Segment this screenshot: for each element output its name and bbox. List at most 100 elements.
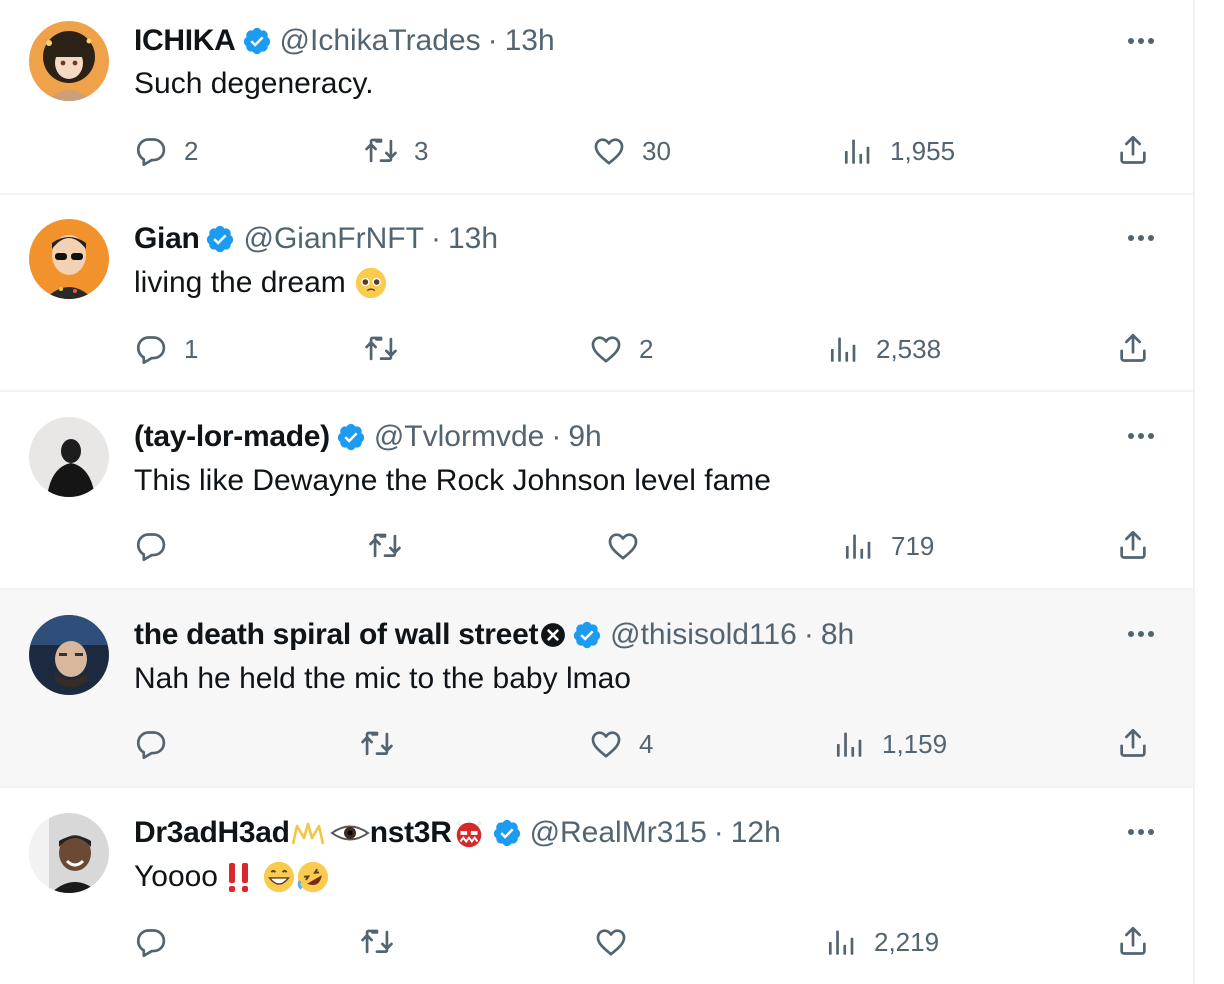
- retweet-button[interactable]: [368, 528, 418, 564]
- verified-badge-icon: [242, 26, 272, 56]
- reply-count: 2: [184, 135, 199, 166]
- tweet-5[interactable]: Dr3adH3ad nst3R @RealMr315 · 12h Yoooo 2…: [0, 788, 1193, 984]
- share-icon[interactable]: [1116, 924, 1150, 958]
- display-name[interactable]: Dr3adH3ad: [134, 816, 290, 850]
- double-exclamation-icon: [229, 863, 248, 892]
- share-icon[interactable]: [1116, 726, 1150, 760]
- retweet-button[interactable]: [360, 726, 410, 762]
- more-options-icon[interactable]: [1123, 228, 1159, 248]
- user-handle[interactable]: @IchikaTrades: [280, 24, 481, 58]
- views-icon: [841, 529, 875, 563]
- view-count: 2,219: [874, 926, 940, 957]
- reply-button[interactable]: [134, 528, 184, 564]
- reply-icon: [134, 529, 168, 563]
- retweet-button[interactable]: 3: [364, 133, 428, 169]
- view-count: 2,538: [876, 333, 942, 364]
- views-icon: [832, 727, 866, 761]
- user-handle[interactable]: @thisisold116: [610, 618, 797, 652]
- reply-button[interactable]: 2: [134, 133, 198, 169]
- views-icon: [826, 332, 860, 366]
- tweet-4[interactable]: the death spiral of wall street @thisiso…: [0, 590, 1193, 786]
- timestamp[interactable]: 12h: [731, 816, 781, 850]
- user-handle[interactable]: @Tvlormvde: [374, 420, 544, 454]
- user-handle[interactable]: @GianFrNFT: [243, 222, 423, 256]
- avatar[interactable]: [29, 21, 109, 101]
- user-handle[interactable]: @RealMr315: [530, 816, 707, 850]
- separator-dot: ·: [803, 618, 814, 651]
- views-button[interactable]: 719: [841, 528, 934, 564]
- timestamp[interactable]: 9h: [568, 420, 601, 454]
- tweet-text: Nah he held the mic to the baby lmao: [134, 661, 631, 697]
- avatar[interactable]: [29, 813, 109, 893]
- more-options-icon[interactable]: [1123, 624, 1159, 644]
- separator-dot: ·: [713, 816, 724, 849]
- more-options-icon[interactable]: [1123, 31, 1159, 51]
- avatar[interactable]: [29, 417, 109, 497]
- retweet-button[interactable]: [360, 924, 410, 960]
- more-options-icon[interactable]: [1123, 822, 1159, 842]
- like-count: 2: [639, 333, 654, 364]
- tweet-text: Yoooo: [134, 859, 330, 895]
- heart-icon: [594, 925, 628, 959]
- tweet-text: Such degeneracy.: [134, 66, 374, 102]
- like-count: 4: [639, 728, 654, 759]
- separator-dot: ·: [430, 222, 441, 255]
- share-icon[interactable]: [1116, 133, 1150, 167]
- like-count: 30: [642, 135, 671, 166]
- pleading-face-icon: [355, 267, 386, 299]
- tweet-text-content: living the dream: [134, 266, 346, 299]
- retweet-button[interactable]: [364, 331, 414, 367]
- like-button[interactable]: 2: [589, 331, 653, 367]
- retweet-icon: [360, 727, 394, 761]
- display-name[interactable]: ICHIKA: [134, 24, 236, 58]
- tweet-header: Gian @GianFrNFT · 13h: [134, 221, 498, 257]
- views-button[interactable]: 2,538: [826, 331, 941, 367]
- tweet-3[interactable]: (tay-lor-made) @Tvlormvde · 9h This like…: [0, 392, 1193, 588]
- timestamp[interactable]: 13h: [505, 24, 555, 58]
- view-count: 719: [891, 530, 935, 561]
- separator-dot: ·: [487, 24, 498, 57]
- tweet-1[interactable]: ICHIKA @IchikaTrades · 13h Such degenera…: [0, 0, 1193, 193]
- tweet-header: (tay-lor-made) @Tvlormvde · 9h: [134, 419, 602, 455]
- display-name[interactable]: the death spiral of wall street: [134, 618, 538, 652]
- views-button[interactable]: 1,955: [840, 133, 955, 169]
- tweet-header: the death spiral of wall street @thisiso…: [134, 617, 854, 653]
- reply-count: 1: [184, 333, 199, 364]
- tweet-2[interactable]: Gian @GianFrNFT · 13h living the dream 1…: [0, 195, 1193, 390]
- timestamp[interactable]: 13h: [448, 222, 498, 256]
- reply-icon: [134, 134, 168, 168]
- verified-badge-icon: [336, 422, 366, 452]
- reply-button[interactable]: [134, 924, 184, 960]
- avatar[interactable]: [29, 219, 109, 299]
- heart-icon: [592, 134, 626, 168]
- retweet-icon: [364, 134, 398, 168]
- like-button[interactable]: [594, 924, 644, 960]
- tweet-header: ICHIKA @IchikaTrades · 13h: [134, 23, 555, 59]
- retweet-icon: [364, 332, 398, 366]
- like-button[interactable]: [606, 528, 656, 564]
- share-icon[interactable]: [1116, 528, 1150, 562]
- display-name-suffix[interactable]: nst3R: [370, 816, 452, 850]
- reply-button[interactable]: [134, 726, 184, 762]
- display-name[interactable]: (tay-lor-made): [134, 420, 330, 454]
- tweet-text-content: Yoooo: [134, 860, 218, 893]
- views-button[interactable]: 1,159: [832, 726, 947, 762]
- reply-feed: ICHIKA @IchikaTrades · 13h Such degenera…: [0, 0, 1195, 984]
- like-button[interactable]: 4: [589, 726, 653, 762]
- reply-button[interactable]: 1: [134, 331, 198, 367]
- like-button[interactable]: 30: [592, 133, 671, 169]
- heart-icon: [589, 332, 623, 366]
- reply-icon: [134, 925, 168, 959]
- display-name[interactable]: Gian: [134, 222, 200, 256]
- heart-icon: [606, 529, 640, 563]
- views-button[interactable]: 2,219: [824, 924, 939, 960]
- avatar[interactable]: [29, 615, 109, 695]
- share-icon[interactable]: [1116, 331, 1150, 365]
- reply-icon: [134, 332, 168, 366]
- views-icon: [824, 925, 858, 959]
- verified-badge-icon: [572, 620, 602, 650]
- crown-icon: [291, 822, 324, 845]
- heart-icon: [589, 727, 623, 761]
- more-options-icon[interactable]: [1123, 426, 1159, 446]
- timestamp[interactable]: 8h: [821, 618, 854, 652]
